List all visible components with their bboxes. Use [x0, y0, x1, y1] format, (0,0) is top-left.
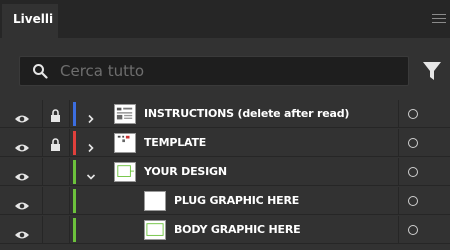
layer-name[interactable]: PLUG GRAPHIC HERE — [174, 194, 299, 207]
column-divider — [69, 187, 70, 215]
column-divider — [398, 187, 399, 215]
lock-toggle-empty[interactable] — [50, 194, 61, 207]
column-divider — [398, 100, 399, 128]
column-divider — [69, 129, 70, 157]
layer-thumbnail — [144, 220, 166, 240]
layer-thumbnail — [144, 191, 166, 211]
column-divider — [69, 100, 70, 128]
target-circle-icon[interactable] — [408, 225, 418, 235]
layer-row[interactable]: INSTRUCTIONS (delete after read) — [0, 100, 450, 128]
search-input[interactable] — [60, 61, 400, 81]
layer-color-bar — [73, 218, 76, 242]
layers-panel: Livelli INSTRUCTIONS (delete after read)… — [0, 0, 450, 250]
layer-color-bar — [73, 189, 76, 213]
target-circle-icon[interactable] — [408, 109, 418, 119]
lock-toggle-empty[interactable] — [50, 223, 61, 236]
hamburger-menu-icon[interactable] — [432, 14, 446, 25]
chevron-right-icon[interactable] — [86, 109, 96, 124]
column-divider — [398, 129, 399, 157]
eye-icon[interactable] — [14, 138, 30, 152]
eye-icon[interactable] — [14, 225, 30, 239]
layers-list: INSTRUCTIONS (delete after read) TEMPLATE… — [0, 100, 450, 246]
layer-row[interactable]: TEMPLATE — [0, 129, 450, 157]
eye-icon[interactable] — [14, 109, 30, 123]
target-circle-icon[interactable] — [408, 196, 418, 206]
layer-name[interactable]: BODY GRAPHIC HERE — [174, 223, 301, 236]
target-circle-icon[interactable] — [408, 167, 418, 177]
layer-color-bar — [73, 102, 76, 126]
layer-thumbnail — [114, 104, 136, 124]
search-icon — [33, 64, 48, 79]
filter-icon[interactable] — [422, 60, 442, 82]
column-divider — [69, 158, 70, 186]
layer-thumbnail — [114, 133, 136, 153]
layer-color-bar — [73, 131, 76, 155]
column-divider — [42, 187, 43, 215]
layer-row[interactable]: BODY GRAPHIC HERE — [0, 216, 450, 244]
lock-toggle-empty[interactable] — [50, 165, 61, 178]
layer-color-bar — [73, 160, 76, 184]
layer-name[interactable]: YOUR DESIGN — [144, 165, 227, 178]
target-circle-icon[interactable] — [408, 138, 418, 148]
eye-icon[interactable] — [14, 167, 30, 181]
column-divider — [42, 216, 43, 244]
layer-row[interactable]: YOUR DESIGN — [0, 158, 450, 186]
layer-name[interactable]: INSTRUCTIONS (delete after read) — [144, 107, 349, 120]
lock-icon[interactable] — [50, 107, 61, 122]
search-row — [0, 38, 450, 96]
tab-livelli[interactable]: Livelli — [2, 4, 58, 38]
column-divider — [42, 129, 43, 157]
column-divider — [42, 100, 43, 128]
chevron-down-icon[interactable] — [86, 167, 96, 180]
layer-thumbnail — [114, 162, 136, 182]
chevron-right-icon[interactable] — [86, 138, 96, 153]
eye-icon[interactable] — [14, 196, 30, 210]
column-divider — [42, 158, 43, 186]
search-box[interactable] — [19, 56, 409, 86]
panel-tab-bar: Livelli — [0, 0, 450, 38]
layer-name[interactable]: TEMPLATE — [144, 136, 206, 149]
column-divider — [398, 158, 399, 186]
lock-icon[interactable] — [50, 136, 61, 151]
column-divider — [398, 216, 399, 244]
column-divider — [69, 216, 70, 244]
layer-row[interactable]: PLUG GRAPHIC HERE — [0, 187, 450, 215]
